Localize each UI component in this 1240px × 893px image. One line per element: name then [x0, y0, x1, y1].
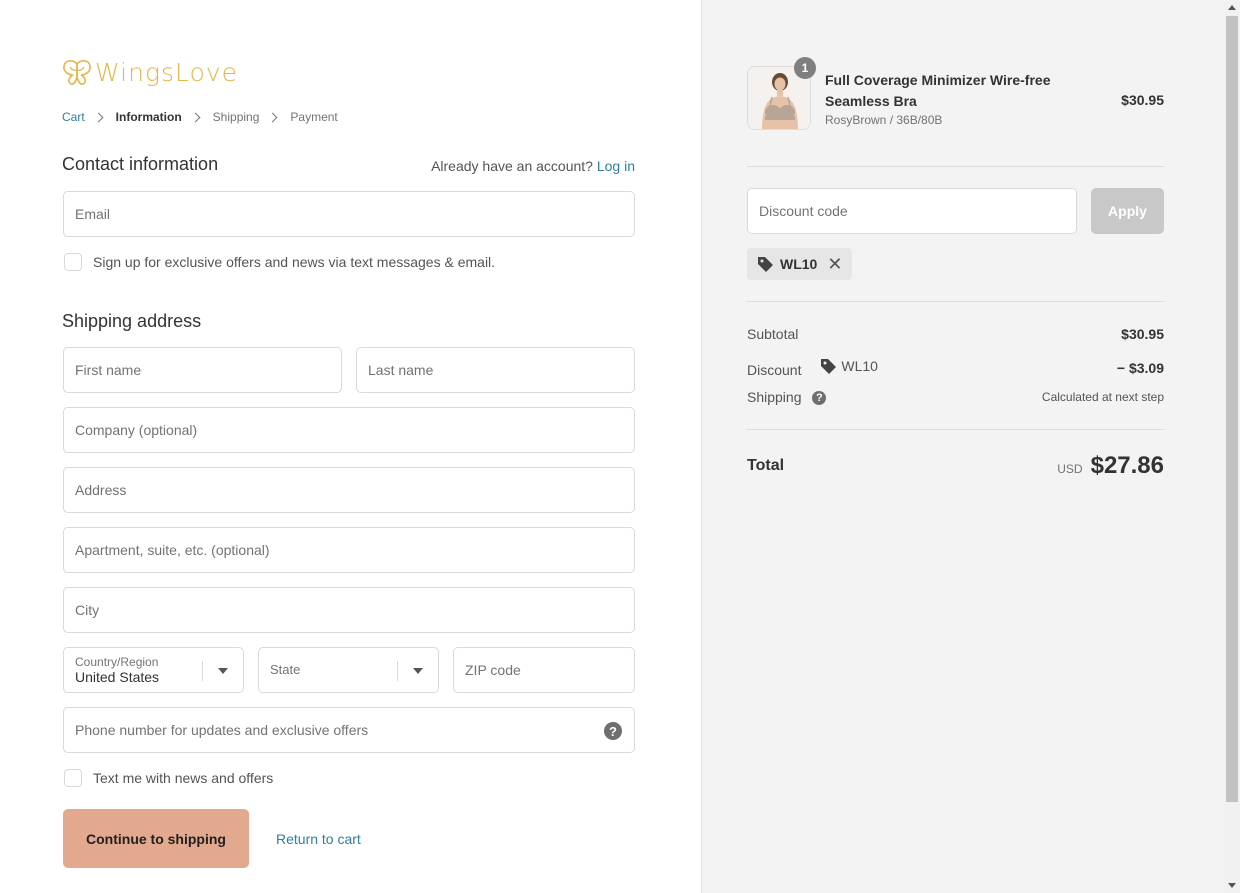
- shipping-row: Shipping ? Calculated at next step: [747, 389, 1164, 406]
- question-help-icon[interactable]: ?: [812, 391, 827, 406]
- divider: [747, 301, 1164, 302]
- country-value: United States: [75, 668, 160, 685]
- scroll-down-icon[interactable]: [1228, 883, 1236, 888]
- chevron-right-icon: [93, 112, 104, 122]
- select-divider: [397, 661, 398, 681]
- tag-icon: [821, 359, 837, 374]
- newsletter-checkbox[interactable]: [64, 253, 82, 271]
- discount-label: Discount: [747, 362, 802, 378]
- discount-label-group: Discount WL10: [747, 357, 878, 378]
- shipping-value: Calculated at next step: [1041, 390, 1164, 405]
- breadcrumb-cart[interactable]: Cart: [62, 110, 85, 124]
- state-label: State: [270, 662, 301, 677]
- text-me-option[interactable]: Text me with news and offers: [64, 769, 273, 787]
- apartment-field[interactable]: [63, 527, 635, 573]
- first-name-input[interactable]: [75, 362, 330, 378]
- city-field[interactable]: [63, 587, 635, 633]
- product-price: $30.95: [1121, 92, 1164, 108]
- caret-down-icon: [218, 668, 228, 674]
- shipping-label: Shipping: [747, 389, 802, 405]
- shipping-label-group: Shipping ?: [747, 389, 827, 406]
- order-summary: 1 Full Coverage Minimizer Wire-free Seam…: [701, 0, 1224, 893]
- apply-discount-button[interactable]: Apply: [1091, 188, 1164, 234]
- discount-code: WL10: [841, 358, 878, 374]
- last-name-input[interactable]: [368, 362, 623, 378]
- discount-input[interactable]: [759, 203, 1065, 219]
- apartment-input[interactable]: [75, 542, 623, 558]
- scroll-up-icon[interactable]: [1228, 5, 1236, 10]
- first-name-field[interactable]: [63, 347, 342, 393]
- caret-down-icon: [413, 668, 423, 674]
- discount-field[interactable]: [747, 188, 1077, 234]
- email-input[interactable]: [75, 206, 623, 222]
- company-input[interactable]: [75, 422, 623, 438]
- account-prompt: Already have an account? Log in: [431, 158, 635, 174]
- wings-logo-icon: [63, 60, 91, 85]
- cart-line-item: 1 Full Coverage Minimizer Wire-free Seam…: [747, 57, 1164, 132]
- divider: [747, 429, 1164, 430]
- discount-row: Discount WL10 − $3.09: [747, 357, 1164, 378]
- total-amount: $27.86: [1090, 452, 1164, 479]
- newsletter-label: Sign up for exclusive offers and news vi…: [93, 254, 496, 270]
- breadcrumb: Cart Information Shipping Payment: [62, 110, 338, 124]
- question-help-icon[interactable]: ?: [604, 722, 622, 740]
- divider: [747, 166, 1164, 167]
- phone-field[interactable]: ?: [63, 707, 635, 753]
- shipping-title: Shipping address: [62, 311, 202, 331]
- checkout-main: WingsLove Cart Information Shipping Paym…: [0, 0, 701, 893]
- text-me-label: Text me with news and offers: [93, 770, 274, 786]
- breadcrumb-payment: Payment: [290, 110, 338, 124]
- phone-input[interactable]: [75, 722, 594, 738]
- page-scrollbar[interactable]: [1224, 0, 1240, 893]
- total-label: Total: [747, 457, 785, 474]
- newsletter-option[interactable]: Sign up for exclusive offers and news vi…: [64, 253, 495, 271]
- contact-title: Contact information: [62, 154, 219, 174]
- city-input[interactable]: [75, 602, 623, 618]
- applied-code: WL10: [780, 256, 818, 272]
- total-amount-group: USD $27.86: [1057, 452, 1164, 480]
- product-name: Full Coverage Minimizer Wire-free Seamle…: [825, 72, 1051, 109]
- country-label: Country/Region: [75, 654, 159, 669]
- company-field[interactable]: [63, 407, 635, 453]
- email-field[interactable]: [63, 191, 635, 237]
- subtotal-label: Subtotal: [747, 326, 799, 342]
- select-divider: [202, 661, 203, 681]
- address-input[interactable]: [75, 482, 623, 498]
- zip-input[interactable]: [465, 662, 623, 678]
- account-prompt-text: Already have an account?: [431, 158, 593, 174]
- text-me-checkbox[interactable]: [64, 769, 82, 787]
- chevron-right-icon: [190, 112, 201, 122]
- country-select[interactable]: Country/Region United States: [63, 647, 244, 693]
- discount-value: − $3.09: [1116, 359, 1164, 376]
- continue-to-shipping-button[interactable]: Continue to shipping: [63, 809, 249, 868]
- chevron-right-icon: [267, 112, 278, 122]
- breadcrumb-shipping: Shipping: [212, 110, 260, 124]
- quantity-badge: 1: [794, 57, 816, 79]
- total-row: Total USD $27.86: [747, 452, 1164, 480]
- remove-discount-icon[interactable]: ✕: [827, 255, 842, 273]
- tag-icon: [756, 255, 774, 273]
- address-field[interactable]: [63, 467, 635, 513]
- discount-code-tag: WL10: [819, 357, 878, 375]
- state-select[interactable]: State: [258, 647, 439, 693]
- applied-discount-chip: WL10 ✕: [747, 248, 853, 280]
- subtotal-value: $30.95: [1121, 326, 1164, 342]
- subtotal-row: Subtotal $30.95: [747, 326, 1164, 342]
- product-variant: RosyBrown / 36B/80B: [825, 113, 943, 127]
- currency-code: USD: [1057, 462, 1083, 476]
- brand-name: WingsLove: [95, 57, 238, 87]
- last-name-field[interactable]: [356, 347, 635, 393]
- brand-logo[interactable]: WingsLove: [62, 56, 238, 88]
- login-link[interactable]: Log in: [597, 158, 635, 174]
- scrollbar-thumb[interactable]: [1226, 16, 1238, 802]
- return-to-cart-link[interactable]: Return to cart: [276, 831, 361, 847]
- breadcrumb-information: Information: [115, 110, 182, 124]
- zip-field[interactable]: [453, 647, 635, 693]
